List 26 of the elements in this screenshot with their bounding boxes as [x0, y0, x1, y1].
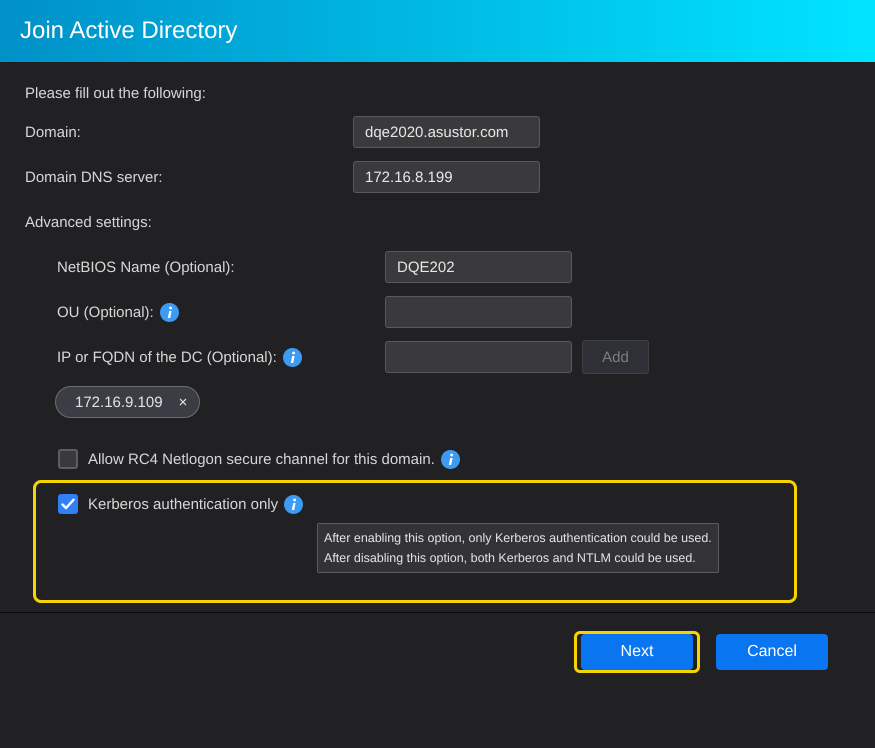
checkbox[interactable] [58, 494, 78, 514]
info-icon[interactable] [282, 348, 302, 366]
info-icon[interactable] [160, 302, 179, 322]
input-field[interactable]: dqe2020.asustor.com [353, 116, 540, 148]
info-icon[interactable] [440, 450, 460, 468]
tooltip: After enabling this option, only Kerberos authentication could be used. After disabling this option, both Kerberos and NTLM could be used. [317, 523, 719, 573]
checkbox[interactable] [58, 449, 78, 469]
input-field[interactable]: DQE202 [385, 251, 572, 283]
field-label: IP or FQDN of the DC (Optional): [57, 348, 277, 366]
checkbox-label: Kerberos authentication only [88, 496, 278, 512]
input-field[interactable] [385, 296, 572, 328]
dialog-button[interactable]: Cancel [716, 634, 828, 670]
section-label: Advanced settings: [25, 213, 153, 233]
window-title: Join Active Directory [20, 17, 238, 45]
field-label: OU (Optional): [57, 304, 154, 320]
input-field[interactable]: 172.16.8.199 [353, 161, 540, 193]
field-label: NetBIOS Name (Optional): [57, 258, 235, 276]
field-label: Domain DNS server: [25, 168, 163, 186]
checkbox-label: Allow RC4 Netlogon secure channel for this domain. [88, 450, 435, 468]
intro-text: Please fill out the following: [25, 84, 207, 104]
input-field[interactable] [385, 341, 572, 373]
field-label: Domain: [25, 124, 81, 140]
remove-button[interactable]: × [178, 394, 188, 410]
info-icon[interactable] [284, 494, 304, 514]
address-chip: 172.16.9.109 × [55, 386, 200, 418]
dialog-button[interactable]: Next [581, 634, 693, 670]
